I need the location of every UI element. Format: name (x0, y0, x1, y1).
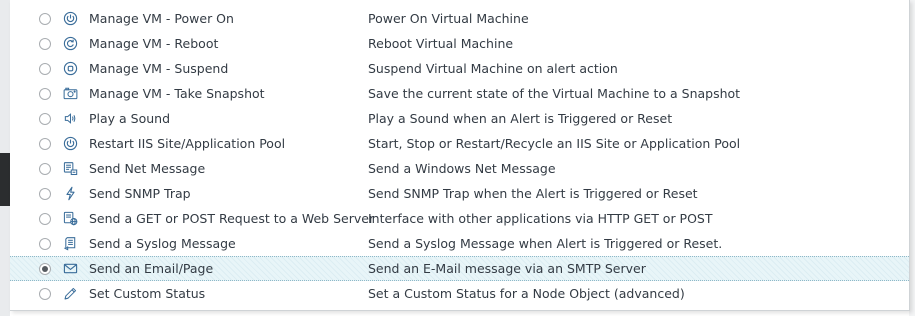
action-name: Manage VM - Power On (89, 11, 234, 26)
action-name: Manage VM - Reboot (89, 36, 219, 51)
syslog-icon (62, 236, 78, 252)
alert-action-row-restart-iis-site-application-pool[interactable]: Restart IIS Site/Application Pool Start, … (10, 131, 909, 156)
pencil-icon (62, 286, 78, 302)
alert-action-row-send-a-syslog-message[interactable]: Send a Syslog Message Send a Syslog Messa… (10, 231, 909, 256)
alert-action-list-panel: Manage VM - Power On Power On Virtual Mac… (10, 0, 910, 311)
camera-icon (62, 86, 78, 102)
alert-action-list: Manage VM - Power On Power On Virtual Mac… (10, 6, 909, 306)
radio-button[interactable] (39, 12, 51, 25)
radio-button[interactable] (39, 162, 51, 175)
radio-button[interactable] (39, 112, 51, 125)
alert-action-row-send-snmp-trap[interactable]: Send SNMP Trap Send SNMP Trap when the Al… (10, 181, 909, 206)
action-name: Send SNMP Trap (89, 186, 191, 201)
lightning-icon (62, 186, 78, 202)
action-name: Send an Email/Page (89, 261, 214, 276)
action-name: Send a GET or POST Request to a Web Serv… (89, 211, 375, 226)
alert-action-row-manage-vm-power-on[interactable]: Manage VM - Power On Power On Virtual Mac… (10, 6, 909, 31)
reboot-icon (62, 36, 78, 52)
action-description: Set a Custom Status for a Node Object (a… (368, 286, 685, 301)
action-description: Play a Sound when an Alert is Triggered … (368, 111, 673, 126)
action-description: Suspend Virtual Machine on alert action (368, 61, 618, 76)
action-description: Send SNMP Trap when the Alert is Trigger… (368, 186, 698, 201)
radio-button[interactable] (39, 87, 51, 100)
radio-button[interactable] (39, 212, 51, 225)
action-name: Manage VM - Take Snapshot (89, 86, 265, 101)
action-description: Power On Virtual Machine (368, 11, 529, 26)
alert-action-row-set-custom-status[interactable]: Set Custom Status Set a Custom Status for… (10, 281, 909, 306)
alert-action-row-manage-vm-reboot[interactable]: Manage VM - Reboot Reboot Virtual Machine (10, 31, 909, 56)
screen: Manage VM - Power On Power On Virtual Mac… (0, 0, 915, 316)
action-description: Start, Stop or Restart/Recycle an IIS Si… (368, 136, 741, 151)
action-description: Send an E-Mail message via an SMTP Serve… (368, 261, 646, 276)
action-description: Reboot Virtual Machine (368, 36, 514, 51)
alert-action-row-manage-vm-take-snapshot[interactable]: Manage VM - Take Snapshot Save the curren… (10, 81, 909, 106)
net-message-icon (62, 161, 78, 177)
alert-action-row-send-a-get-or-post-request-to-a-web-server[interactable]: Send a GET or POST Request to a Web Serv… (10, 206, 909, 231)
alert-action-row-send-an-email-page[interactable]: Send an Email/Page Send an E-Mail message… (10, 256, 909, 281)
action-name: Restart IIS Site/Application Pool (89, 136, 286, 151)
action-description: Send a Windows Net Message (368, 161, 556, 176)
action-description: Send a Syslog Message when Alert is Trig… (368, 236, 723, 251)
alert-action-row-play-a-sound[interactable]: Play a Sound Play a Sound when an Alert i… (10, 106, 909, 131)
action-description: Save the current state of the Virtual Ma… (368, 86, 741, 101)
action-name: Play a Sound (89, 111, 171, 126)
web-request-icon (62, 211, 78, 227)
radio-button[interactable] (39, 287, 51, 300)
radio-button[interactable] (39, 62, 51, 75)
suspend-icon (62, 61, 78, 77)
action-description: Interface with other applications via HT… (368, 211, 713, 226)
alert-action-row-manage-vm-suspend[interactable]: Manage VM - Suspend Suspend Virtual Machi… (10, 56, 909, 81)
action-name: Set Custom Status (89, 286, 206, 301)
background-dark-block (0, 153, 10, 206)
speaker-icon (62, 111, 78, 127)
action-name: Send a Syslog Message (89, 236, 236, 251)
power-icon (62, 11, 78, 27)
envelope-icon (62, 261, 78, 277)
radio-button[interactable] (39, 237, 51, 250)
action-name: Send Net Message (89, 161, 206, 176)
radio-button[interactable] (39, 37, 51, 50)
power-icon (62, 136, 78, 152)
radio-button[interactable] (39, 262, 51, 275)
action-name: Manage VM - Suspend (89, 61, 229, 76)
alert-action-row-send-net-message[interactable]: Send Net Message Send a Windows Net Messa… (10, 156, 909, 181)
radio-button[interactable] (39, 137, 51, 150)
radio-button[interactable] (39, 187, 51, 200)
